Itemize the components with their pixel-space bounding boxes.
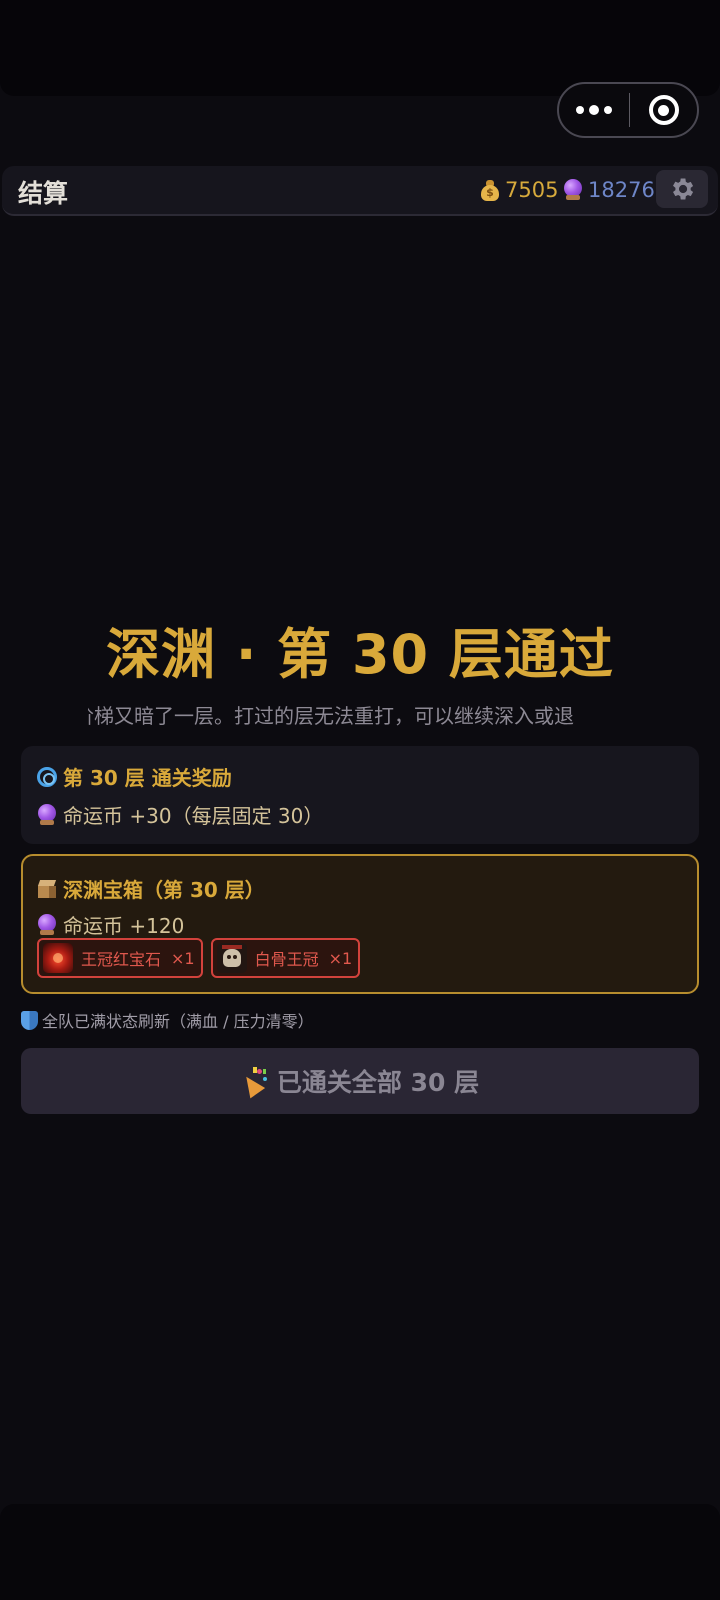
swirl-icon: [37, 766, 57, 787]
gold-amount: 7505: [505, 178, 559, 202]
floor-reward-line: 命运币 +30（每层固定 30）: [63, 804, 324, 828]
crystal-ball-icon: [563, 179, 583, 201]
settings-button[interactable]: [656, 170, 708, 208]
ruby-gem-icon: [43, 943, 73, 973]
item-name: 王冠红宝石: [81, 950, 162, 969]
close-mini-program-button[interactable]: [630, 84, 697, 136]
item-ruby-crown[interactable]: 王冠红宝石 ×1: [37, 938, 203, 978]
item-quantity: ×1: [328, 948, 353, 968]
button-label: 已通关全部 30 层: [276, 1068, 480, 1097]
bottom-safe-area: [0, 1504, 720, 1600]
floor-reward-title: 第 30 层 通关奖励: [63, 766, 232, 790]
result-subtitle-text: 阶梯又暗了一层。打过的层无法重打，可以继续深入或退: [88, 704, 574, 728]
item-quantity: ×1: [171, 948, 195, 968]
party-status-text: 全队已满状态刷新（满血 / 压力清零）: [42, 1012, 314, 1031]
result-subtitle: 阶梯又暗了一层。打过的层无法重打，可以继续深入或退: [88, 700, 632, 730]
all-floors-cleared-button[interactable]: 已通关全部 30 层: [21, 1048, 699, 1114]
more-menu-button[interactable]: [559, 84, 629, 136]
chest-title: 深渊宝箱（第 30 层）: [63, 878, 265, 902]
chest-coin-line: 命运币 +120: [63, 914, 185, 938]
chest-reward-card: 深渊宝箱（第 30 层） 命运币 +120 王冠红宝石 ×1 白骨王冠 ×1: [21, 854, 699, 994]
shield-icon: [21, 1010, 38, 1030]
page-title: 结算: [18, 179, 69, 208]
chest-box-icon: [37, 879, 57, 899]
crystal-counter: 18276: [563, 178, 655, 202]
crystal-amount: 18276: [588, 178, 655, 202]
gear-icon: [673, 178, 694, 200]
crystal-ball-icon: [37, 913, 57, 936]
mini-program-capsule: [557, 82, 699, 138]
close-target-icon: [648, 95, 679, 125]
party-popper-icon: [238, 1067, 269, 1099]
gold-counter: $ 7505: [480, 178, 558, 202]
skull-crown-icon: [216, 943, 247, 973]
chest-item-list: 王冠红宝石 ×1 白骨王冠 ×1: [37, 938, 361, 978]
money-bag-icon: $: [480, 179, 500, 201]
crystal-ball-icon: [37, 803, 57, 826]
party-status-note: 全队已满状态刷新（满血 / 压力清零）: [21, 1008, 314, 1032]
item-name: 白骨王冠: [254, 950, 319, 969]
floor-reward-card: 第 30 层 通关奖励 命运币 +30（每层固定 30）: [21, 746, 699, 844]
page: 结算 $ 7505 18276 深渊 · 第 30 层通过 阶梯又暗了一层。打过…: [0, 0, 720, 1600]
top-bar: 结算 $ 7505 18276: [2, 166, 718, 216]
result-title: 深渊 · 第 30 层通过: [106, 623, 614, 686]
item-bone-crown[interactable]: 白骨王冠 ×1: [210, 938, 361, 978]
